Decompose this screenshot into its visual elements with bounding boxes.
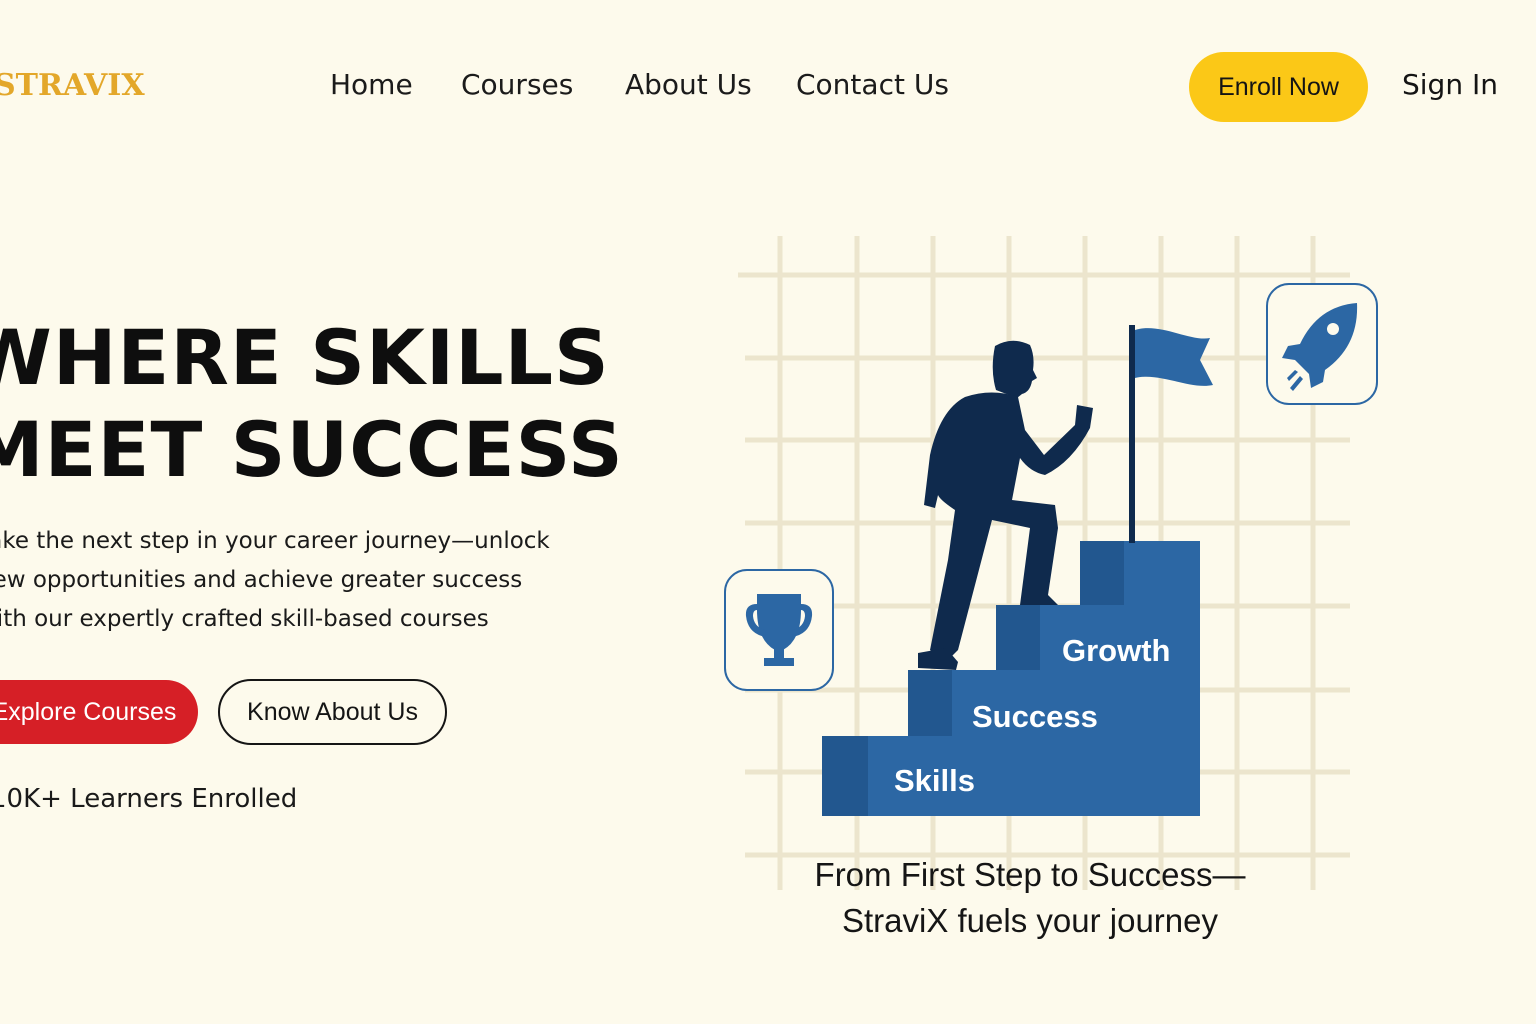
rocket-tile xyxy=(1266,283,1378,405)
flag-icon xyxy=(1129,325,1213,543)
step-label-skills: Skills xyxy=(894,763,975,798)
step-label-success: Success xyxy=(972,699,1098,734)
caption-line-2: StraviX fuels your journey xyxy=(841,902,1218,939)
caption-line-1: From First Step to Success— xyxy=(814,856,1246,893)
illustration-caption: From First Step to Success— StraviX fuel… xyxy=(780,852,1280,944)
trophy-tile xyxy=(724,569,834,691)
success-stairs-illustration: Skills Success Growth xyxy=(724,236,1378,890)
step-label-growth: Growth xyxy=(1062,633,1171,668)
